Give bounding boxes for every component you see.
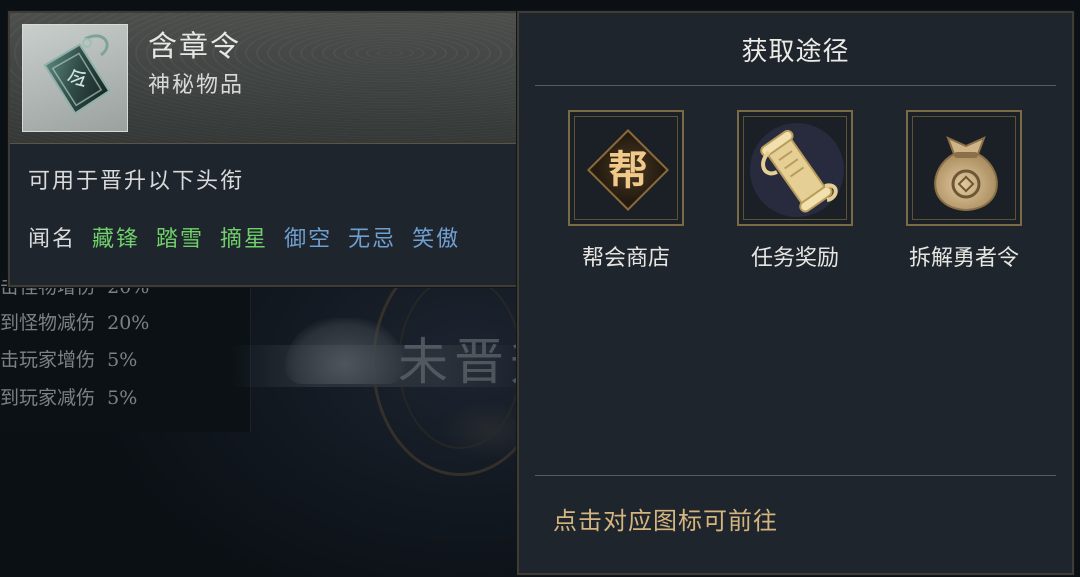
guild-shop-icon: 帮 — [586, 128, 670, 212]
source-icon-frame[interactable] — [737, 110, 853, 226]
title-tag: 笑傲 — [412, 227, 461, 252]
source-label: 任务奖励 — [750, 246, 839, 271]
source-icon-frame[interactable]: 帮 — [568, 110, 684, 226]
title-tag: 藏锋 — [92, 227, 141, 252]
title-tag: 无忌 — [348, 227, 397, 252]
source-label: 拆解勇者令 — [908, 246, 1019, 271]
source-quest-reward[interactable]: 任务奖励 — [737, 110, 853, 280]
title-tag: 摘星 — [220, 227, 269, 252]
jade-token-icon: 令 — [43, 34, 111, 115]
acquisition-title: 获取途径 — [741, 37, 850, 67]
item-tooltip: 令 含章令 神秘物品 可用于晋升以下头衔 闻名 藏锋 踏雪 摘星 御空 无忌 笑… — [8, 11, 518, 287]
stat-row: 击玩家增伤 5% — [0, 349, 138, 371]
divider — [535, 85, 1056, 86]
item-header: 令 含章令 神秘物品 — [10, 13, 516, 144]
item-type: 神秘物品 — [148, 73, 245, 98]
background-stats-panel: 击怪物增伤 20% 到怪物减伤 20% 击玩家增伤 5% 到玩家减伤 5% — [0, 272, 251, 432]
source-dismantle-token[interactable]: 拆解勇者令 — [906, 110, 1022, 280]
item-description: 可用于晋升以下头衔 — [28, 169, 245, 194]
navigation-hint: 点击对应图标可前往 — [553, 507, 778, 535]
acquisition-panel: 获取途径 帮 帮会商店 任务奖励 拆解勇者令 点击对应图标可前往 — [517, 11, 1074, 575]
titles-label: 闻名 — [28, 227, 77, 252]
source-icon-frame[interactable] — [906, 110, 1022, 226]
title-tag: 御空 — [284, 227, 333, 252]
stat-row: 到玩家减伤 5% — [0, 387, 138, 409]
divider — [535, 475, 1056, 476]
svg-text:帮: 帮 — [608, 147, 648, 194]
scroll-icon — [750, 123, 844, 217]
item-icon-frame: 令 — [22, 24, 128, 132]
title-list: 闻名 藏锋 踏雪 摘星 御空 无忌 笑傲 — [28, 221, 476, 255]
source-label: 帮会商店 — [581, 246, 670, 271]
stat-row: 到怪物减伤 20% — [0, 312, 150, 334]
title-tag: 踏雪 — [156, 227, 205, 252]
source-guild-shop[interactable]: 帮 帮会商店 — [568, 110, 684, 280]
money-bag-icon — [934, 136, 998, 212]
item-name: 含章令 — [148, 29, 242, 63]
